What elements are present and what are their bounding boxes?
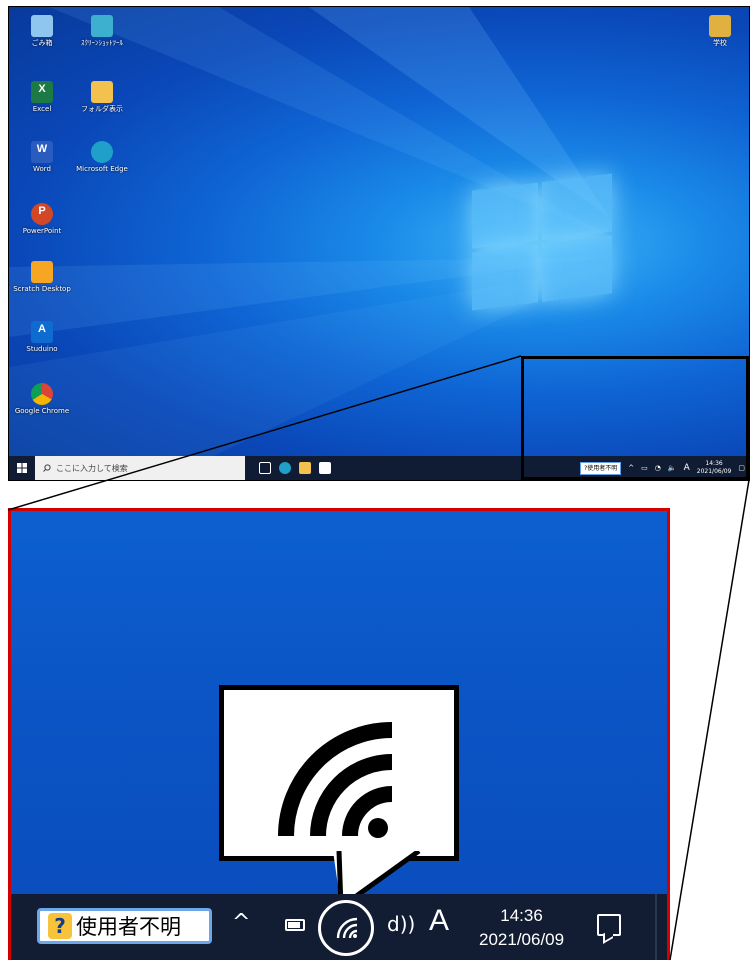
desktop-icon-label: Studuino — [26, 345, 58, 353]
tutorial-figure: ごみ箱 ｽｸﾘｰﾝｼｮｯﾄﾂｰﾙ X Excel フォルダ表示 W Word M… — [0, 0, 752, 960]
edge-icon — [91, 141, 113, 163]
folder-icon — [91, 81, 113, 103]
user-status-label: 使用者不明 — [76, 915, 181, 939]
desktop-icon-label: フォルダ表示 — [81, 105, 123, 113]
desktop-icon-recycle-bin[interactable]: ごみ箱 — [11, 15, 73, 48]
windows-start-icon — [17, 463, 27, 473]
school-folder-icon — [709, 15, 731, 37]
desktop-icon-edge[interactable]: Microsoft Edge — [71, 141, 133, 174]
desktop-icon-scratch[interactable]: Scratch Desktop — [11, 261, 73, 294]
desktop-icon-label: Excel — [32, 105, 52, 113]
desktop-icon-label: ごみ箱 — [31, 39, 53, 47]
desktop-icon-label: Google Chrome — [14, 407, 70, 415]
recycle-bin-icon — [31, 15, 53, 37]
desktop-icon-studuino[interactable]: A Studuino — [11, 321, 73, 354]
desktop-icon-word[interactable]: W Word — [11, 141, 73, 174]
clock-date: 2021/06/09 — [479, 930, 565, 949]
taskbar-apps — [259, 462, 331, 474]
zoom-source-highlight — [521, 356, 749, 480]
powerpoint-icon: P — [31, 203, 53, 225]
desktop-icon-folder-view[interactable]: フォルダ表示 — [71, 81, 133, 114]
search-box[interactable]: ここに入力して検索 — [35, 456, 245, 480]
desktop-icon-school[interactable]: 学校 — [689, 15, 749, 48]
desktop-icon-label: Word — [33, 165, 51, 173]
scratch-icon — [31, 261, 53, 283]
volume-icon[interactable]: ⅾ)) — [387, 912, 415, 936]
zoomed-taskbar-panel: ? 使用者不明 ^ ⅾ)) A 14:36 2021/06/09 — [8, 508, 670, 960]
edge-taskbar-icon[interactable] — [279, 462, 291, 474]
ime-indicator[interactable]: A — [429, 904, 449, 938]
question-icon: ? — [48, 913, 72, 939]
wifi-callout-bubble — [219, 685, 459, 861]
desktop-icon-excel[interactable]: X Excel — [11, 81, 73, 114]
show-desktop-button[interactable] — [655, 894, 657, 960]
search-placeholder: ここに入力して検索 — [56, 463, 128, 473]
clock-time: 14:36 — [500, 906, 543, 925]
desktop-icon-powerpoint[interactable]: P PowerPoint — [11, 203, 73, 236]
studuino-icon: A — [31, 321, 53, 343]
battery-icon[interactable] — [285, 919, 305, 931]
desktop-icon-label: ｽｸﾘｰﾝｼｮｯﾄﾂｰﾙ — [81, 39, 123, 47]
desktop-icon-chrome[interactable]: Google Chrome — [11, 383, 73, 416]
desktop-icon-label: Microsoft Edge — [76, 165, 128, 173]
word-icon: W — [31, 141, 53, 163]
windows-logo-wallpaper — [472, 173, 612, 312]
wifi-icon-large — [278, 722, 393, 838]
chrome-icon — [31, 383, 53, 405]
clock[interactable]: 14:36 2021/06/09 — [479, 904, 564, 952]
desktop-icon-screenshot-tool[interactable]: ｽｸﾘｰﾝｼｮｯﾄﾂｰﾙ — [71, 15, 133, 48]
task-view-icon[interactable] — [259, 462, 271, 474]
store-icon[interactable] — [319, 462, 331, 474]
user-status-button-zoomed[interactable]: ? 使用者不明 — [37, 908, 212, 944]
desktop-icon-label: PowerPoint — [22, 227, 62, 235]
taskbar-zoomed: ? 使用者不明 ^ ⅾ)) A 14:36 2021/06/09 — [11, 894, 667, 960]
file-explorer-icon[interactable] — [299, 462, 311, 474]
notification-icon[interactable] — [597, 914, 621, 936]
chevron-up-icon[interactable]: ^ — [232, 910, 250, 935]
wifi-icon-highlighted[interactable] — [318, 900, 374, 956]
excel-icon: X — [31, 81, 53, 103]
desktop-icon-label: Scratch Desktop — [13, 285, 71, 293]
wifi-icon — [336, 917, 358, 939]
screenshot-tool-icon — [91, 15, 113, 37]
desktop-icon-label: 学校 — [713, 39, 727, 47]
search-icon — [43, 464, 51, 472]
start-button[interactable] — [9, 456, 35, 480]
